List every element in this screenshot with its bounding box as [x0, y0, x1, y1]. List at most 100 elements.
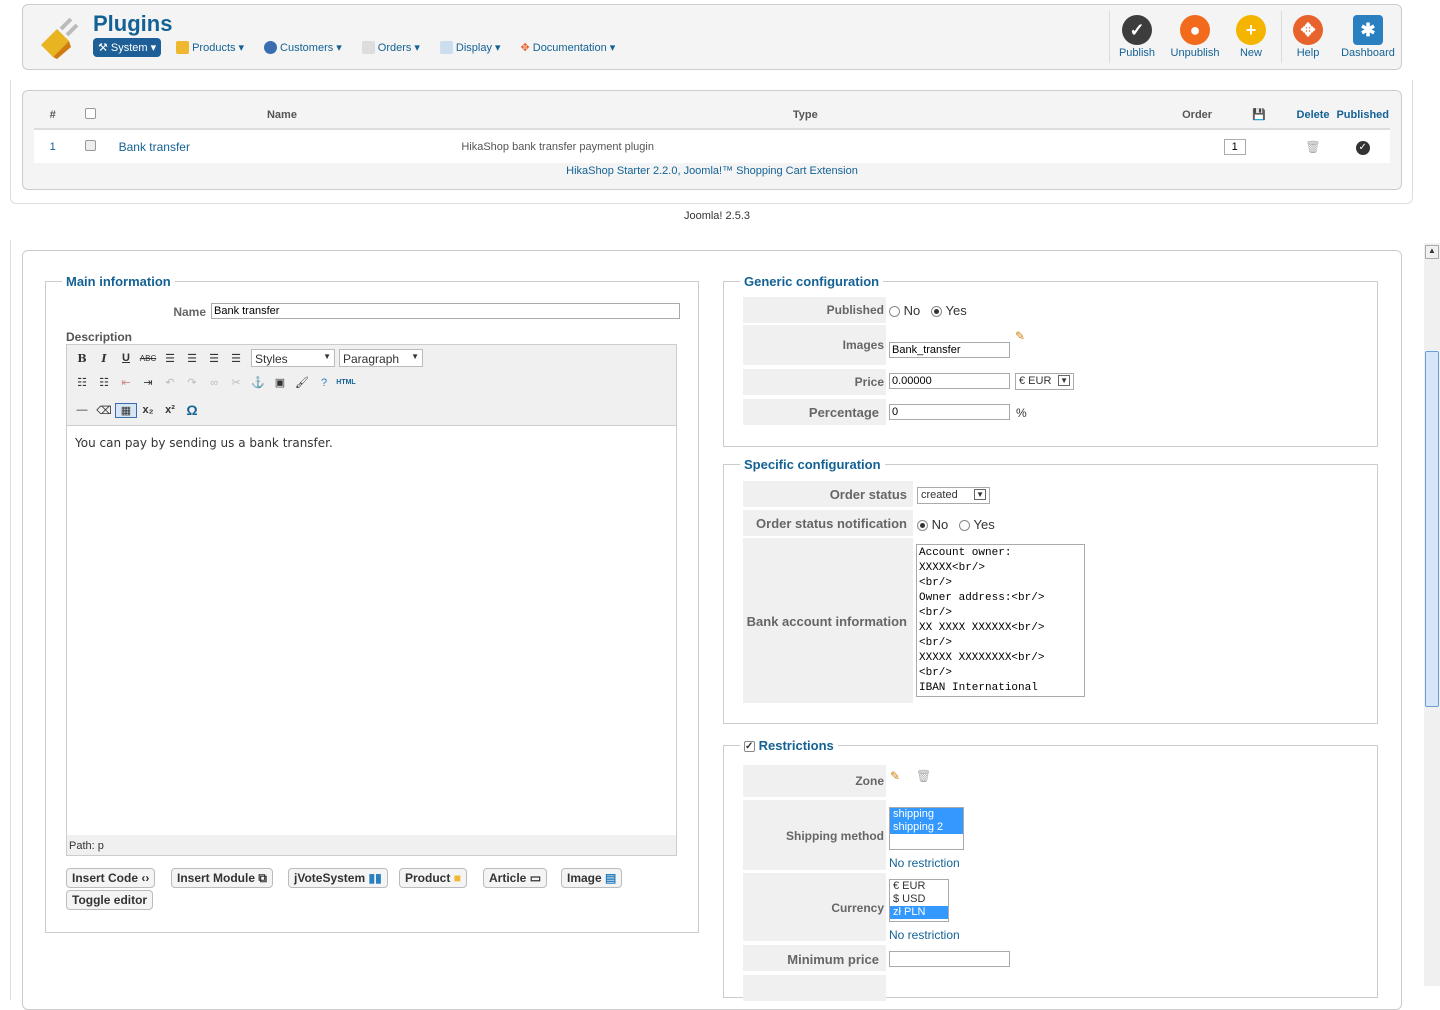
subscript-icon[interactable]: x₂ — [137, 404, 159, 416]
undo-icon[interactable]: ↶ — [159, 376, 181, 389]
list-option[interactable]: shipping 2 — [890, 821, 963, 834]
edit-zone-icon[interactable]: ✎ — [890, 769, 900, 783]
product-button[interactable]: Product ■ — [399, 868, 467, 888]
min-price-input[interactable] — [889, 951, 1010, 967]
unlink-icon[interactable]: ✂ — [225, 376, 247, 389]
percentage-input[interactable] — [889, 404, 1010, 420]
cleanup-icon[interactable]: 🖌 — [291, 376, 313, 389]
name-input[interactable] — [211, 303, 680, 319]
order-input[interactable] — [1223, 138, 1246, 155]
horizontal-rule-icon[interactable]: — — [71, 404, 93, 416]
bullet-list-icon[interactable]: ☷ — [71, 376, 93, 389]
published-check-icon[interactable]: ✓ — [1355, 140, 1370, 155]
menu-customers[interactable]: Customers ▾ — [259, 38, 347, 57]
special-char-icon[interactable]: Ω — [181, 402, 203, 418]
format-select[interactable]: Paragraph ▼ — [339, 349, 423, 367]
shipping-no-restriction-link[interactable]: No restriction — [889, 856, 960, 870]
eraser-icon[interactable]: ⌫ — [93, 404, 115, 417]
shipping-method-list[interactable]: shipping shipping 2 — [889, 807, 964, 850]
notification-no-radio[interactable] — [917, 520, 928, 532]
lifebuoy-icon: ✥ — [520, 42, 530, 54]
delete-zone-icon[interactable]: 🗑 — [916, 769, 931, 783]
scrollbar-thumb[interactable] — [1425, 351, 1439, 707]
align-left-icon[interactable]: ☰ — [159, 352, 181, 365]
help-icon[interactable]: ? — [313, 377, 335, 389]
jvotesystem-button[interactable]: jVoteSystem ▮▮ — [288, 868, 388, 888]
anchor-icon[interactable]: ⚓ — [247, 376, 269, 389]
page-title: Plugins — [93, 11, 173, 36]
restrictions-checkbox[interactable]: ✓ — [744, 741, 755, 753]
currency-no-restriction-link[interactable]: No restriction — [889, 928, 960, 942]
editor-content[interactable]: You can pay by sending us a bank transfe… — [67, 425, 676, 835]
redo-icon[interactable]: ↷ — [181, 376, 203, 389]
currency-label: Currency — [831, 901, 884, 915]
list-option[interactable]: $ USD — [890, 893, 948, 906]
numbered-list-icon[interactable]: ☷ — [93, 376, 115, 389]
currency-select[interactable]: € EUR ▼ — [1015, 373, 1074, 390]
images-input[interactable] — [889, 342, 1010, 358]
scroll-up-icon[interactable]: ▲ — [1425, 245, 1439, 259]
notification-yes-radio[interactable] — [959, 520, 971, 532]
insert-module-button[interactable]: Insert Module ⧉ — [171, 868, 273, 888]
underline-button[interactable]: U — [115, 352, 137, 364]
col-order[interactable]: Order 💾 — [1157, 101, 1290, 129]
list-option[interactable]: zł PLN — [890, 906, 948, 919]
insert-code-button[interactable]: Insert Code ‹› — [66, 868, 156, 888]
scrollbar[interactable]: ▲ — [1424, 243, 1440, 986]
toolbar-label: Help — [1296, 47, 1320, 59]
save-order-icon[interactable]: 💾 — [1252, 109, 1266, 121]
bank-info-textarea[interactable]: Account owner: XXXXX<br/> <br/> Owner ad… — [916, 544, 1085, 697]
link-icon[interactable]: ∞ — [203, 377, 225, 389]
header-bar: Plugins ⚒ System ▾ Products ▾ Customers ▾… — [22, 4, 1402, 70]
menu-orders[interactable]: Orders ▾ — [357, 38, 425, 57]
select-all-checkbox[interactable] — [71, 101, 110, 129]
dashboard-button[interactable]: ✱ Dashboard — [1340, 15, 1396, 59]
list-option[interactable]: € EUR — [890, 880, 948, 893]
list-option[interactable]: shipping — [890, 808, 963, 821]
delete-icon[interactable]: 🗑 — [1291, 129, 1336, 163]
row-checkbox[interactable] — [71, 129, 110, 163]
align-center-icon[interactable]: ☰ — [181, 352, 203, 365]
html-button[interactable]: HTML — [335, 379, 357, 386]
unpublish-button[interactable]: ● Unpublish — [1167, 15, 1223, 59]
customers-icon — [264, 41, 278, 54]
shipping-method-label: Shipping method — [786, 829, 884, 843]
col-type[interactable]: Type — [453, 101, 1157, 129]
italic-button[interactable]: I — [93, 352, 115, 365]
outdent-icon[interactable]: ⇤ — [115, 376, 137, 389]
image-button[interactable]: Image ▤ — [561, 868, 623, 888]
edit-icon[interactable]: ✎ — [1015, 329, 1025, 343]
toggle-editor-button[interactable]: Toggle editor — [66, 890, 154, 910]
plugin-name-link[interactable]: Bank transfer — [119, 140, 190, 154]
styles-select[interactable]: Styles ▼ — [251, 349, 335, 367]
publish-button[interactable]: ✓ Publish — [1109, 15, 1165, 59]
help-button[interactable]: ✥ Help — [1280, 15, 1336, 59]
menu-documentation[interactable]: ✥ Documentation ▾ — [516, 38, 621, 57]
published-no-radio[interactable] — [889, 306, 900, 318]
article-button[interactable]: Article ▭ — [483, 868, 548, 888]
align-right-icon[interactable]: ☰ — [203, 352, 225, 365]
col-name[interactable]: Name — [111, 101, 454, 129]
plus-icon: + — [1236, 15, 1266, 45]
published-yes-radio[interactable] — [931, 306, 943, 318]
fieldset-legend: Main information — [66, 274, 171, 289]
bold-button[interactable]: B — [71, 352, 93, 365]
image-icon[interactable]: ▣ — [269, 376, 291, 389]
order-status-select[interactable]: created ▼ — [917, 487, 990, 504]
min-price-label: Minimum price — [787, 952, 879, 967]
currency-list[interactable]: € EUR $ USD zł PLN — [889, 879, 949, 922]
new-button[interactable]: + New — [1223, 15, 1279, 59]
legend-label: Restrictions — [758, 738, 834, 753]
justify-icon[interactable]: ☰ — [225, 352, 247, 365]
table-icon[interactable]: ▦ — [115, 402, 137, 418]
menu-products[interactable]: Products ▾ — [171, 38, 249, 57]
menu-display[interactable]: Display ▾ — [435, 38, 506, 57]
price-input[interactable] — [889, 373, 1010, 389]
superscript-icon[interactable]: x² — [159, 404, 181, 416]
fieldset-legend: Generic configuration — [744, 274, 880, 289]
display-icon — [439, 41, 453, 54]
strikethrough-button[interactable]: ABC — [137, 354, 159, 363]
menu-system[interactable]: ⚒ System ▾ — [93, 38, 162, 57]
menu-label: System — [110, 41, 148, 54]
indent-icon[interactable]: ⇥ — [137, 376, 159, 389]
